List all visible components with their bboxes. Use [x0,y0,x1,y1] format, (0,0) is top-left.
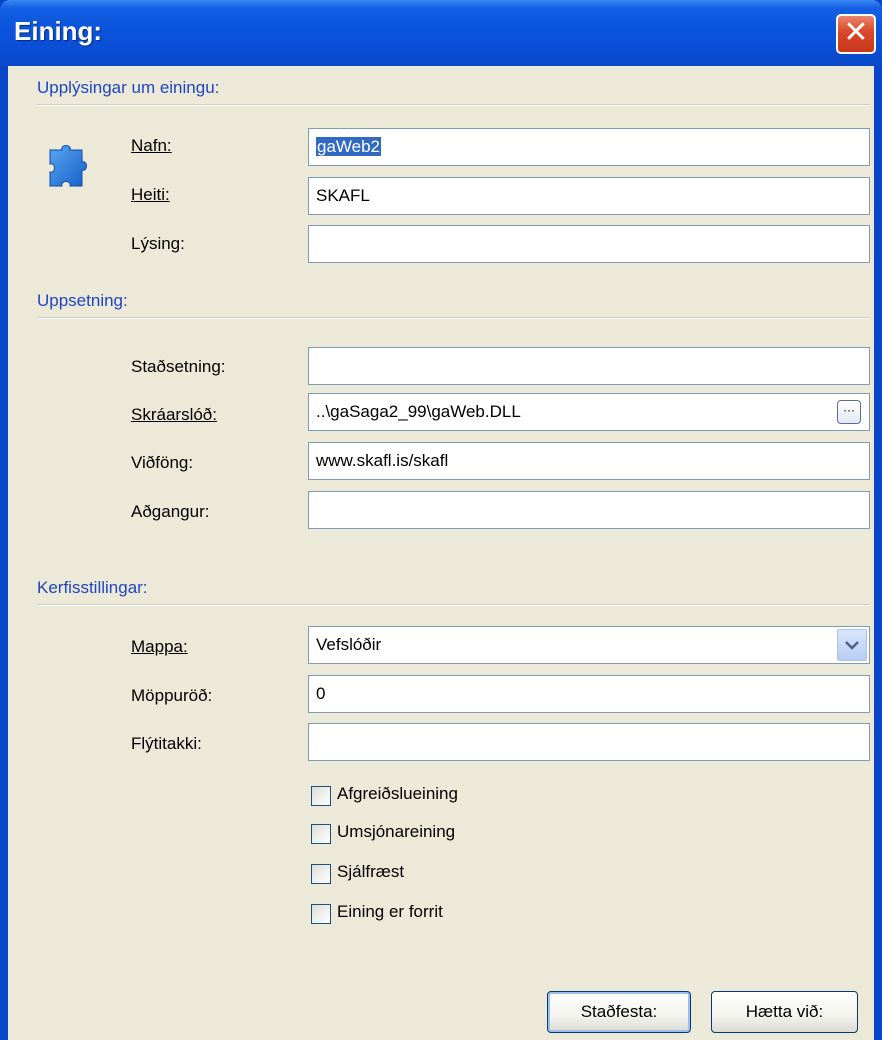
location-label: Staðsetning: [131,357,226,376]
address-field[interactable]: www.skafl.is/skafl [308,442,870,480]
checkbox-box[interactable] [311,904,331,924]
window-title: Eining: [14,16,103,46]
checkbox-label: Eining er forrit [337,902,443,921]
checkbox-label: Sjálfræst [337,862,405,881]
checkbox-label: Afgreiðslueining [337,784,458,803]
checkbox-label: Umsjónareining [337,822,456,841]
description-field[interactable] [308,225,870,263]
title-bar[interactable]: Eining: ✕ [0,0,882,66]
folder-label: Mappa: [131,637,188,656]
section-title-system: Kerfisstillingar: [37,578,148,597]
dialog-window: Eining: ✕ Upplýsingar um einingu: Nafn: … [0,0,882,1040]
shortcut-field[interactable] [308,723,870,761]
title-field[interactable]: SKAFL [308,177,870,215]
location-field[interactable] [308,347,870,385]
section-divider [37,104,870,106]
access-label: Aðgangur: [131,502,210,521]
filepath-label: Skráarslóð: [131,405,217,424]
section-divider [37,604,870,606]
close-button[interactable]: ✕ [836,14,876,54]
browse-button[interactable]: ··· [837,400,861,424]
checkbox-box[interactable] [311,864,331,884]
folder-order-label: Möppuröð: [131,686,213,705]
ellipsis-icon: ··· [843,403,855,417]
folder-select[interactable]: Vefslóðir [308,626,870,664]
name-field[interactable]: gaWeb2 [308,128,870,166]
name-label: Nafn: [131,136,172,155]
section-divider [37,317,870,319]
checkbox-box[interactable] [311,824,331,844]
folder-value: Vefslóðir [316,635,382,654]
puzzle-piece-icon [49,145,87,187]
shortcut-label: Flýtitakki: [131,734,202,753]
filepath-value: ..\gaSaga2_99\gaWeb.DLL [316,402,521,421]
section-title-info: Upplýsingar um einingu: [37,78,220,97]
folder-dropdown-button[interactable] [837,629,867,661]
access-field[interactable] [308,491,870,529]
chevron-down-icon [845,641,859,650]
description-label: Lýsing: [131,234,185,253]
checkbox-box[interactable] [311,786,331,806]
address-label: Viðföng: [131,453,194,472]
folder-order-field[interactable]: 0 [308,675,870,713]
filepath-field[interactable]: ..\gaSaga2_99\gaWeb.DLL ··· [308,393,870,431]
cancel-button[interactable]: Hætta við: [711,991,858,1033]
section-title-setup: Uppsetning: [37,291,128,310]
close-icon: ✕ [843,16,869,49]
confirm-button[interactable]: Staðfesta: [547,991,691,1033]
title-label: Heiti: [131,185,170,204]
name-value: gaWeb2 [316,137,382,156]
